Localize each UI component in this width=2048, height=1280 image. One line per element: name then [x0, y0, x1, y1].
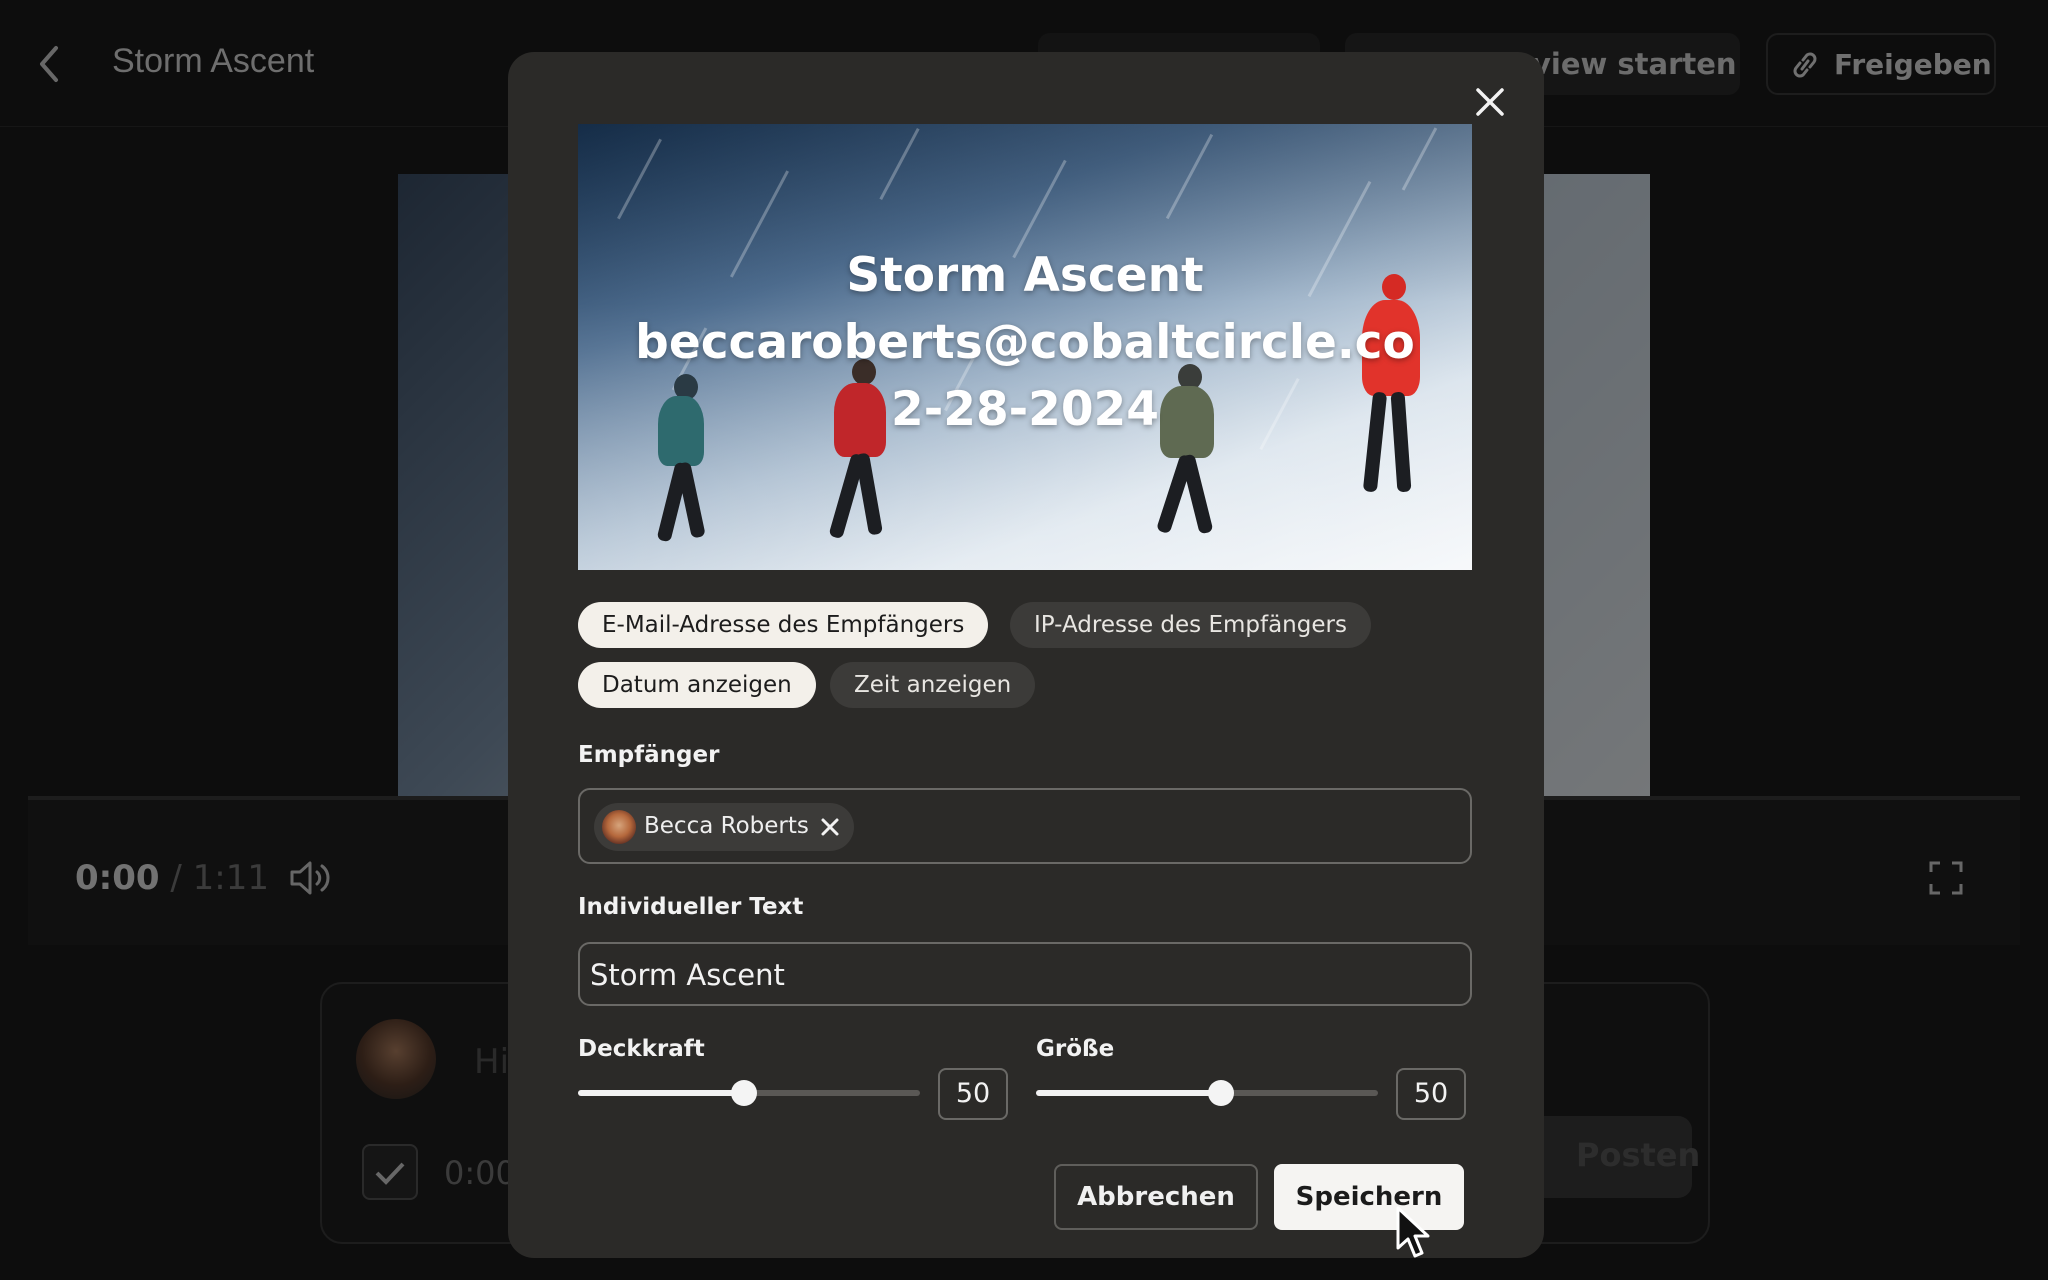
save-button[interactable]: Speichern	[1274, 1164, 1464, 1230]
opacity-label: Deckkraft	[578, 1036, 705, 1062]
chip-show-time[interactable]: Zeit anzeigen	[830, 662, 1036, 708]
opacity-slider-thumb[interactable]	[731, 1080, 757, 1106]
custom-text-field	[578, 942, 1472, 1006]
recipient-label: Empfänger	[578, 742, 720, 768]
chip-recipient-ip[interactable]: IP-Adresse des Empfängers	[1010, 602, 1371, 648]
size-slider-fill	[1036, 1090, 1221, 1096]
recipient-field[interactable]: Becca Roberts	[578, 788, 1472, 864]
snow-streak	[617, 138, 662, 220]
size-label: Größe	[1036, 1036, 1115, 1062]
watermark-dialog: Storm Ascent beccaroberts@cobaltcircle.c…	[508, 52, 1544, 1258]
close-icon[interactable]	[1470, 82, 1510, 122]
size-slider[interactable]	[1036, 1080, 1378, 1106]
snow-streak	[1401, 127, 1438, 191]
chip-show-date[interactable]: Datum anzeigen	[578, 662, 816, 708]
custom-text-label: Individueller Text	[578, 894, 804, 920]
snow-streak	[1165, 133, 1214, 220]
mouse-pointer-icon	[1396, 1206, 1430, 1258]
opacity-value-input[interactable]: 50	[938, 1068, 1008, 1120]
opacity-slider-fill	[578, 1090, 744, 1096]
chip-recipient-email[interactable]: E-Mail-Adresse des Empfängers	[578, 602, 989, 648]
watermark-preview: Storm Ascent beccaroberts@cobaltcircle.c…	[578, 124, 1472, 570]
recipient-token: Becca Roberts	[594, 803, 854, 851]
preview-email-line: beccaroberts@cobaltcircle.co	[635, 315, 1415, 370]
x-icon[interactable]	[820, 817, 840, 837]
snow-streak	[1012, 159, 1067, 259]
custom-text-input[interactable]	[590, 956, 1450, 994]
preview-date-line: 2-28-2024	[891, 382, 1159, 437]
size-value-input[interactable]: 50	[1396, 1068, 1466, 1120]
recipient-name: Becca Roberts	[644, 813, 809, 839]
cancel-button[interactable]: Abbrechen	[1054, 1164, 1258, 1230]
opacity-slider[interactable]	[578, 1080, 920, 1106]
snow-streak	[879, 127, 920, 201]
avatar	[602, 810, 636, 844]
size-slider-thumb[interactable]	[1208, 1080, 1234, 1106]
preview-title-line: Storm Ascent	[846, 248, 1204, 303]
